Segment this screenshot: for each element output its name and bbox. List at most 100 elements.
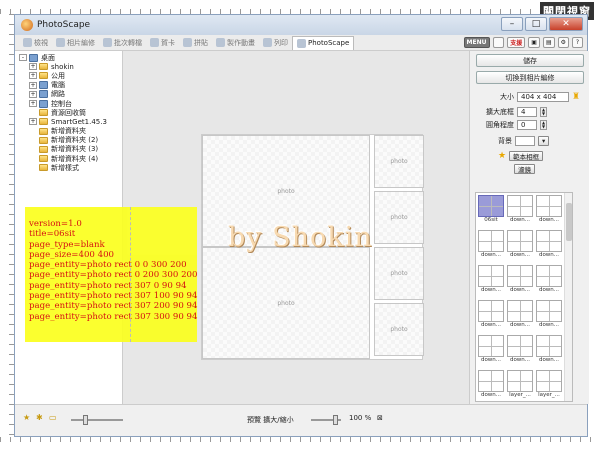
tab-2[interactable]: 批次轉檔 [99,36,146,50]
margin-field[interactable]: 4 [517,107,537,117]
tree-expander[interactable]: + [29,81,37,89]
tab-7[interactable]: PhotoScape [292,35,355,50]
tree-item[interactable]: + shokin [19,62,122,71]
lock-icon[interactable]: ♜ [572,92,580,102]
tree-expander[interactable]: + [29,72,37,80]
tab-6[interactable]: 列印 [259,36,292,50]
tab-3[interactable]: 賀卡 [146,36,179,50]
zoom-slider[interactable] [311,415,341,425]
tree-expander[interactable]: + [29,100,37,108]
filter-row: 濾鏡 [514,164,535,174]
tree-item[interactable]: + 電腦 [19,81,122,90]
help-icon[interactable]: ? [572,37,583,48]
tree-item-label: 桌面 [41,53,55,62]
tab-label: 拼貼 [194,38,208,47]
tree-expander[interactable]: - [19,54,27,62]
maximize-button[interactable]: □ [525,17,547,31]
layout-preview [507,230,533,252]
switch-to-editor-button[interactable]: 切換到相片編修 [476,71,584,84]
layout-thumbnail[interactable]: down... [478,370,504,400]
roundness-stepper[interactable]: ▲ ▼ [540,120,547,130]
layout-thumbnail[interactable]: down... [507,265,533,295]
tab-4[interactable]: 拼貼 [179,36,212,50]
layout-preview [536,195,562,217]
layout-thumbnail[interactable]: down... [507,335,533,365]
favorite-star-icon[interactable]: ★ [23,413,32,422]
zoom-slider-knob[interactable] [333,415,338,425]
photo-slot[interactable]: photo [202,247,370,359]
layout-thumbnail-label: down... [538,357,560,363]
layout-thumbnail[interactable]: down... [507,300,533,330]
refresh-icon[interactable]: ✱ [36,413,45,422]
photo-slot[interactable]: photo [374,135,424,188]
photo-slot[interactable]: photo [374,247,424,300]
layout-thumbnail[interactable]: down... [478,265,504,295]
layout-thumbnail[interactable]: down... [507,195,533,225]
new-folder-icon[interactable]: ▣ [528,37,540,48]
tab-5[interactable]: 製作動畫 [212,36,259,50]
tree-item[interactable]: - 桌面 [19,53,122,62]
layout-thumbnail-label: down... [480,392,502,398]
photo-slot[interactable]: photo [374,191,424,244]
layout-thumbnail-label: down... [538,287,560,293]
tree-item[interactable]: + 公用 [19,71,122,80]
blank-button[interactable] [492,37,505,48]
roundness-label: 圓角程度 [486,121,514,129]
layout-thumbnail[interactable]: down... [536,335,562,365]
right-panel: 儲存 切換到相片編修 大小 404 x 404 ♜ 擴大底框 4 ▲ ▼ 圓角程度… [469,51,589,404]
tree-expander[interactable]: + [29,118,37,126]
background-color-swatch[interactable] [515,136,535,146]
layout-thumbnail[interactable]: 06sit [478,195,504,225]
recycle-icon [39,109,48,117]
layout-thumbnail[interactable]: down... [478,230,504,260]
layout-thumbnail[interactable]: down... [536,195,562,225]
layout-thumbnail[interactable]: layer_... [507,370,533,400]
slider-knob[interactable] [83,415,88,425]
filter-button[interactable]: 濾鏡 [514,164,535,174]
layout-thumbnail[interactable]: down... [536,265,562,295]
photo-slot[interactable]: photo [374,303,424,356]
layout-preview [507,370,533,392]
folder-icon[interactable]: ▭ [49,413,58,422]
frame-template-button[interactable]: 範本相框 [509,151,544,161]
size-field[interactable]: 404 x 404 [517,92,569,102]
minimize-button[interactable]: – [501,17,523,31]
zoom-fit-icon[interactable]: ⊠ [377,414,383,422]
layout-thumbnail-label: down... [480,252,502,258]
folder-icon [39,164,48,172]
layout-thumbnail-label: down... [480,287,502,293]
close-button[interactable]: ✕ [549,17,583,31]
tree-item-label: SmartGet1.45.3 [51,117,107,126]
tree-item[interactable]: 資源回收筒 [19,108,122,117]
layout-thumbnail[interactable]: down... [507,230,533,260]
tab-label: 製作動畫 [227,38,255,47]
tab-icon [56,38,65,47]
layout-preview [536,370,562,392]
tree-expander[interactable]: + [29,63,37,71]
menu-button[interactable]: MENU [463,37,490,48]
background-dropdown-button[interactable]: ▾ [538,136,550,146]
layout-thumbnail[interactable]: down... [536,230,562,260]
layout-thumbnail[interactable]: down... [478,300,504,330]
tab-label: 檢視 [34,38,48,47]
thumbnail-size-slider[interactable] [71,415,123,425]
layout-preview [478,300,504,322]
open-folder-icon[interactable]: ▤ [542,37,555,48]
roundness-field[interactable]: 0 [517,120,537,130]
settings-icon[interactable]: ⚙ [557,37,569,48]
layout-preview [478,230,504,252]
save-button[interactable]: 儲存 [476,54,584,67]
scrollbar-thumb[interactable] [566,203,572,241]
network-icon [39,90,48,99]
support-button[interactable]: 支援 [507,37,526,48]
tab-1[interactable]: 相片編修 [52,36,99,50]
layout-thumbnail[interactable]: down... [536,300,562,330]
title-bar: PhotoScape – □ ✕ [15,15,587,35]
layout-thumbnail[interactable]: layer_... [536,370,562,400]
thumbnail-scrollbar[interactable] [564,193,572,401]
layout-thumbnail[interactable]: down... [478,335,504,365]
tree-item[interactable]: 新增樣式 [19,163,122,172]
tab-0[interactable]: 檢視 [19,36,52,50]
margin-stepper[interactable]: ▲ ▼ [540,107,547,117]
tree-expander[interactable]: + [29,90,37,98]
